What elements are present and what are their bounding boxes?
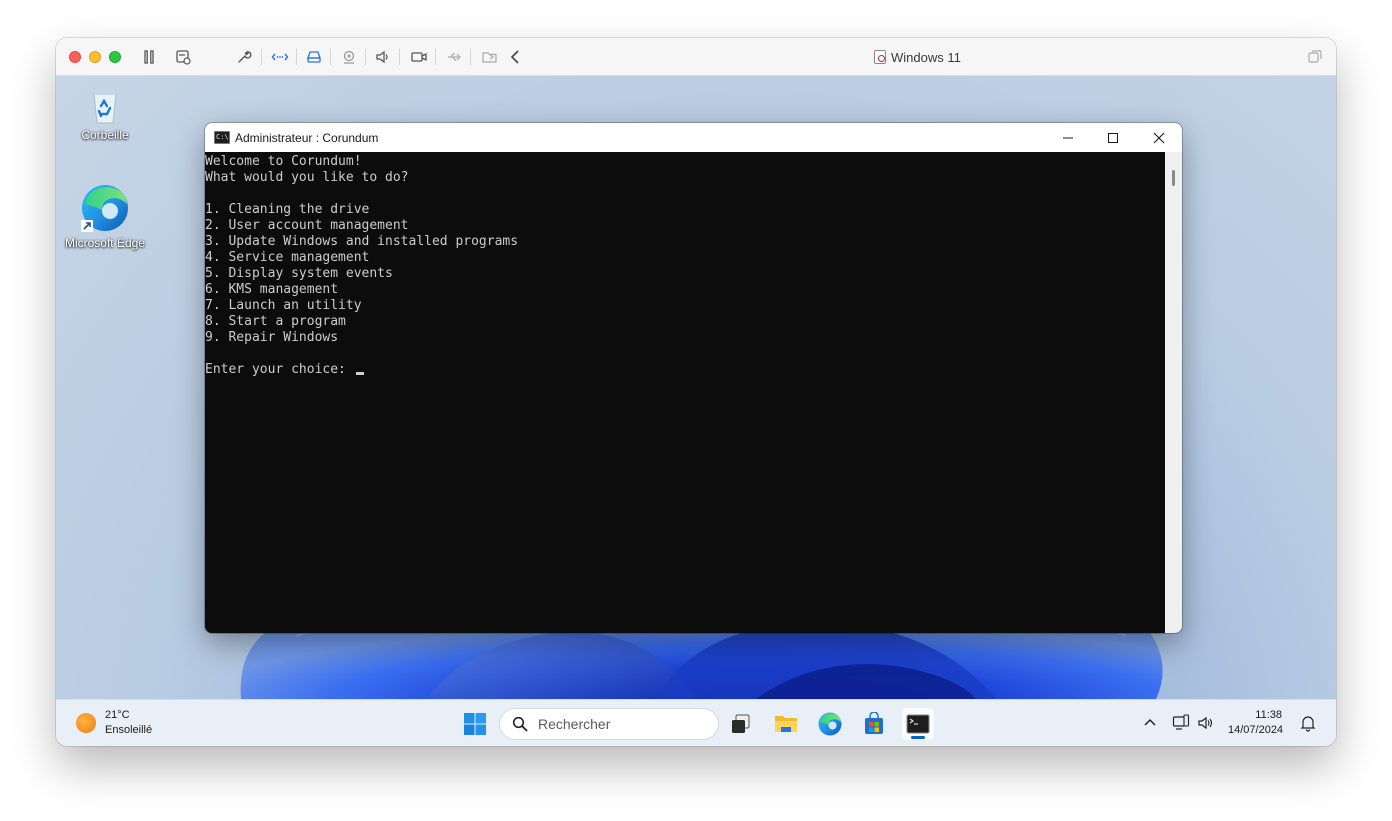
notification-bell-icon[interactable] [1299, 714, 1317, 732]
file-explorer-button[interactable] [770, 708, 802, 740]
clock-date: 14/07/2024 [1228, 724, 1284, 736]
close-icon [1153, 132, 1165, 143]
console-line: Welcome to Corundum! [205, 154, 362, 169]
close-button[interactable] [1136, 123, 1182, 152]
menu-option-4: 4. Service management [205, 250, 370, 265]
desktop-icon-label: Microsoft Edge [64, 236, 146, 250]
zoom-window-button[interactable] [109, 51, 121, 63]
desktop-icon-recycle-bin[interactable]: Corbeille [60, 86, 150, 142]
cmd-icon [214, 131, 230, 144]
close-window-button[interactable] [69, 51, 81, 63]
task-view-button[interactable] [725, 708, 757, 740]
chevron-left-icon[interactable] [507, 48, 525, 66]
sun-icon [76, 713, 96, 733]
edge-icon [81, 185, 128, 232]
vm-toolbar: Windows 11 [56, 38, 1336, 76]
minimize-window-button[interactable] [89, 51, 101, 63]
console-output[interactable]: Welcome to Corundum! What would you like… [205, 152, 1165, 633]
network-icon[interactable] [271, 48, 289, 66]
terminal-icon [906, 714, 930, 734]
menu-option-2: 2. User account management [205, 218, 409, 233]
menu-option-3: 3. Update Windows and installed programs [205, 234, 519, 249]
taskbar-search[interactable]: Rechercher [499, 708, 719, 740]
minimize-button[interactable] [1045, 123, 1091, 152]
menu-option-5: 5. Display system events [205, 266, 393, 281]
text-cursor [355, 372, 364, 375]
store-button[interactable] [858, 708, 890, 740]
chevron-up-icon[interactable] [1141, 714, 1159, 732]
edge-icon [818, 712, 842, 736]
search-placeholder: Rechercher [538, 716, 611, 732]
start-button[interactable] [459, 708, 491, 740]
vm-title-text: Windows 11 [891, 49, 961, 65]
menu-option-1: 1. Cleaning the drive [205, 202, 370, 217]
console-title: Administrateur : Corundum [235, 131, 379, 145]
vm-title: Windows 11 [874, 49, 961, 65]
weather-widget[interactable]: 21°C Ensoleillé [76, 708, 152, 738]
shared-folder-icon[interactable] [481, 48, 499, 66]
recycle-bin-icon [93, 93, 117, 124]
weather-condition: Ensoleillé [105, 724, 153, 736]
camera-icon[interactable] [410, 48, 428, 66]
edge-taskbar-button[interactable] [814, 708, 846, 740]
file-explorer-icon [775, 716, 797, 732]
audio-icon[interactable] [374, 48, 392, 66]
wrench-icon[interactable] [235, 48, 253, 66]
fullscreen-icon[interactable] [1306, 48, 1324, 66]
menu-option-9: 9. Repair Windows [205, 330, 339, 345]
active-indicator [911, 736, 925, 739]
desktop-icon-label: Corbeille [81, 128, 129, 142]
vm-document-icon [874, 50, 886, 64]
webcam-icon[interactable] [340, 48, 358, 66]
desktop-icon-edge[interactable]: Microsoft Edge [60, 182, 150, 250]
store-icon [865, 712, 883, 734]
maximize-icon [1108, 132, 1118, 143]
terminal-taskbar-button[interactable] [902, 708, 934, 740]
usb-icon[interactable] [445, 48, 463, 66]
menu-option-6: 6. KMS management [205, 282, 339, 297]
console-prompt[interactable]: Enter your choice: [205, 362, 1165, 378]
minimize-icon [1063, 137, 1073, 138]
pause-icon[interactable] [140, 48, 158, 66]
clock-time: 11:38 [1255, 709, 1282, 721]
vm-window: Windows 11 Corbeille Microsoft Edge C:\ … [56, 38, 1336, 746]
scrollbar-thumb[interactable] [1172, 170, 1175, 186]
console-scrollbar[interactable] [1165, 152, 1182, 633]
console-line: What would you like to do? [205, 170, 409, 185]
hard-drive-icon[interactable] [305, 48, 323, 66]
menu-option-8: 8. Start a program [205, 314, 346, 329]
task-view-icon [732, 714, 750, 733]
console-window[interactable]: Administrateur : Corundum Welcome to Cor… [205, 123, 1182, 633]
windows-desktop: Corbeille Microsoft Edge Administrateur … [56, 76, 1336, 699]
volume-icon[interactable] [1197, 714, 1215, 732]
network-status-icon[interactable] [1172, 714, 1190, 732]
start-icon [464, 713, 486, 735]
snapshot-icon[interactable] [174, 48, 192, 66]
search-icon [512, 716, 528, 732]
menu-option-7: 7. Launch an utility [205, 298, 362, 313]
console-titlebar[interactable]: Administrateur : Corundum [205, 123, 1182, 152]
prompt-text: Enter your choice: [205, 362, 354, 377]
taskbar: 21°C Ensoleillé Rechercher 11:38 14/07/2… [56, 699, 1336, 746]
maximize-button[interactable] [1090, 123, 1136, 152]
weather-temp: 21°C [105, 709, 130, 721]
taskbar-clock[interactable]: 11:38 14/07/2024 [1228, 708, 1284, 738]
